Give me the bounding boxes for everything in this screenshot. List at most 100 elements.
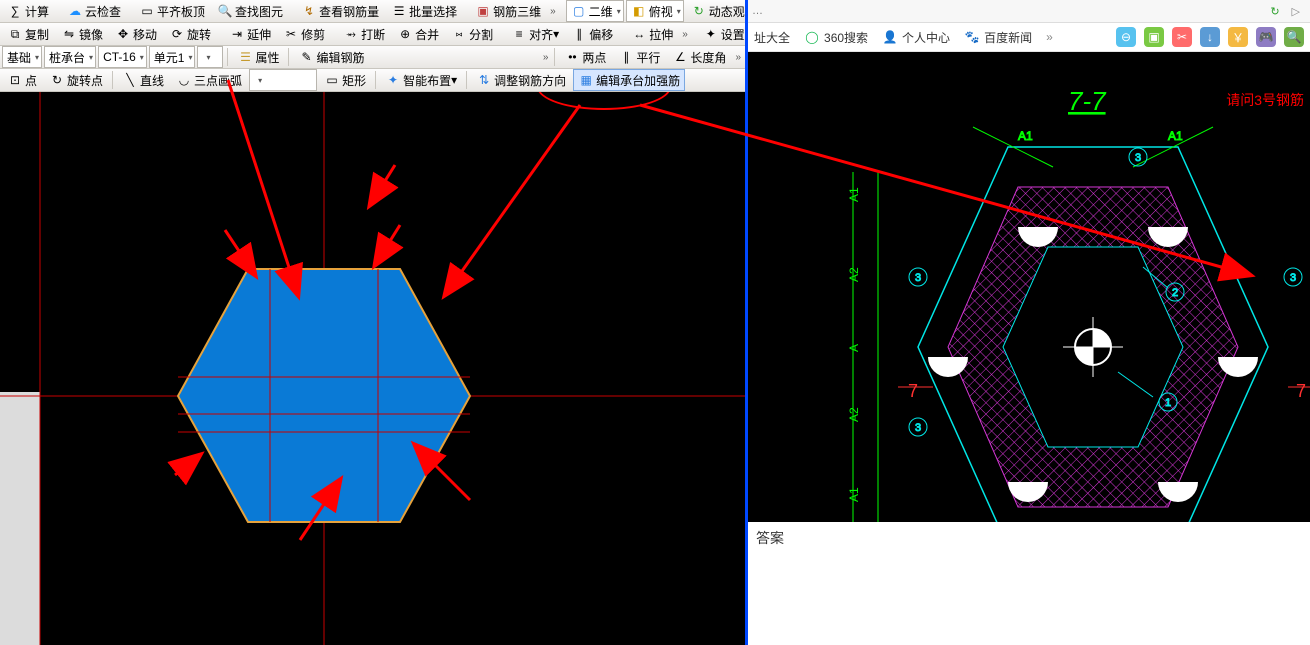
empty-dropdown[interactable]: ▾ (197, 46, 223, 68)
trim-button[interactable]: ✂修剪 (278, 23, 330, 45)
orbit-icon: ↻ (691, 3, 707, 19)
scissors-icon[interactable]: ✂ (1172, 27, 1192, 47)
parallel-button[interactable]: ∥平行 (613, 46, 665, 68)
point-button[interactable]: ⊡点 (2, 69, 42, 91)
svg-text:1: 1 (1165, 397, 1171, 409)
cad-canvas (0, 92, 745, 645)
rebar-icon: ↯ (301, 3, 317, 19)
360search-link[interactable]: ◯360搜索 (804, 29, 868, 46)
browser-bookmark-bar: 址大全 ◯360搜索 👤个人中心 🐾百度新闻 » ⊖ ▣ ✂ ↓ ￥ 🎮 🔍 (748, 23, 1310, 52)
rebar-3d-button[interactable]: ▣钢筋三维 (470, 0, 546, 22)
download-icon[interactable]: ↓ (1200, 27, 1220, 47)
section-label: 7-7 (1068, 86, 1107, 116)
extend-icon: ⇥ (229, 26, 245, 42)
smart-layout-button[interactable]: ✦智能布置▾ (380, 69, 462, 91)
align-icon: ≡ (511, 26, 527, 42)
align-button[interactable]: ≡对齐▾ (506, 23, 564, 45)
svg-text:3: 3 (1290, 272, 1296, 284)
flatten-icon: ▭ (139, 3, 155, 19)
more-icon[interactable]: » (541, 52, 551, 63)
find-element-button[interactable]: 🔍查找图元 (212, 0, 288, 22)
chevron-down-icon: ▾ (617, 7, 621, 16)
more-icon[interactable]: » (548, 6, 558, 17)
split-button[interactable]: ⑅分割 (446, 23, 498, 45)
foundation-dropdown[interactable]: 基础▾ (2, 46, 42, 68)
move-icon: ✥ (115, 26, 131, 42)
edit-cap-reinforce-button[interactable]: ▦编辑承台加强筋 (573, 69, 685, 91)
calc-button[interactable]: ∑计算 (2, 0, 54, 22)
refresh-icon[interactable]: ↻ (1270, 5, 1279, 18)
properties-button[interactable]: ☰属性 (232, 46, 284, 68)
break-icon: ⥇ (343, 26, 359, 42)
game-icon[interactable]: 🎮 (1256, 27, 1276, 47)
money-icon[interactable]: ￥ (1228, 27, 1248, 47)
set-grip-button[interactable]: ✦设置夹点 (698, 23, 745, 45)
properties-icon: ☰ (237, 49, 253, 65)
rotate-button[interactable]: ⟳旋转 (164, 23, 216, 45)
svg-text:3: 3 (915, 422, 921, 434)
merge-button[interactable]: ⊕合并 (392, 23, 444, 45)
tool-icon-2[interactable]: ▣ (1144, 27, 1164, 47)
chevron-down-icon: ▾ (553, 27, 559, 41)
personal-link[interactable]: 👤个人中心 (882, 29, 950, 46)
rect-button[interactable]: ▭矩形 (319, 69, 371, 91)
answer-label: 答案 (748, 522, 1310, 554)
stretch-button[interactable]: ↔拉伸 (626, 23, 678, 45)
move-button[interactable]: ✥移动 (110, 23, 162, 45)
svg-text:A: A (847, 344, 861, 352)
tool-icon-1[interactable]: ⊖ (1116, 27, 1136, 47)
addr-all-link[interactable]: 址大全 (754, 29, 790, 46)
view-rebar-button[interactable]: ↯查看钢筋量 (296, 0, 384, 22)
more-icon[interactable]: » (733, 52, 743, 63)
copy-button[interactable]: ⧉复制 (2, 23, 54, 45)
line-icon: ╲ (122, 72, 138, 88)
batch-icon: ☰ (391, 3, 407, 19)
user-icon: 👤 (882, 29, 898, 45)
ct16-dropdown[interactable]: CT-16▾ (98, 46, 147, 68)
mirror-button[interactable]: ⇋镜像 (56, 23, 108, 45)
batch-select-button[interactable]: ☰批量选择 (386, 0, 462, 22)
rotate-point-button[interactable]: ↻旋转点 (44, 69, 108, 91)
svg-text:A1: A1 (1018, 129, 1033, 143)
svg-text:A2: A2 (847, 407, 861, 422)
hexagon-shape (178, 269, 470, 522)
break-button[interactable]: ⥇打断 (338, 23, 390, 45)
edit-rebar-button[interactable]: ✎编辑钢筋 (293, 46, 369, 68)
offset-icon: ∥ (571, 26, 587, 42)
chamfer-button[interactable]: ∠长度角 (667, 46, 731, 68)
more-bookmarks[interactable]: » (1046, 30, 1053, 44)
unit-dropdown[interactable]: 单元1▾ (149, 46, 196, 68)
reference-drawing: 请问3号钢筋 7-7 (748, 52, 1310, 522)
360-icon: ◯ (804, 29, 820, 45)
cad-viewport[interactable] (0, 92, 745, 645)
flatten-button[interactable]: ▭平齐板顶 (134, 0, 210, 22)
rotate-icon: ⟳ (169, 26, 185, 42)
svg-text:A2: A2 (847, 267, 861, 282)
cloud-check-button[interactable]: ☁云检查 (62, 0, 126, 22)
svg-text:2: 2 (1172, 287, 1178, 299)
toolbar-row-2: ⧉复制 ⇋镜像 ✥移动 ⟳旋转 ⇥延伸 ✂修剪 ⥇打断 ⊕合并 ⑅分割 ≡对齐▾… (0, 23, 745, 46)
stop-icon[interactable]: ▷ (1292, 5, 1300, 18)
calc-icon: ∑ (7, 3, 23, 19)
search-icon[interactable]: 🔍 (1284, 27, 1304, 47)
empty-dropdown-2[interactable]: ▾ (249, 69, 317, 91)
chevron-down-icon: ▾ (258, 76, 262, 85)
adjust-rebar-dir-button[interactable]: ⇅调整钢筋方向 (471, 69, 571, 91)
extend-button[interactable]: ⇥延伸 (224, 23, 276, 45)
arc-icon: ◡ (176, 72, 192, 88)
pilecap-dropdown[interactable]: 桩承台▾ (44, 46, 96, 68)
side-mark-left: 7 (908, 381, 918, 401)
view2d-dropdown[interactable]: ▢二维▾ (566, 0, 624, 22)
arc3pt-button[interactable]: ◡三点画弧 (171, 69, 247, 91)
dynamic-observe-button[interactable]: ↻动态观察 (686, 0, 745, 22)
paw-icon: 🐾 (964, 29, 980, 45)
reinforce-icon: ▦ (578, 72, 594, 88)
line-button[interactable]: ╲直线 (117, 69, 169, 91)
two-point-button[interactable]: ••两点 (559, 46, 611, 68)
baidunews-link[interactable]: 🐾百度新闻 (964, 29, 1032, 46)
offset-button[interactable]: ∥偏移 (566, 23, 618, 45)
topview-dropdown[interactable]: ◧俯视▾ (626, 0, 684, 22)
more-icon[interactable]: » (680, 29, 690, 40)
url-fragment: … (752, 5, 763, 17)
chevron-down-icon: ▾ (451, 73, 457, 87)
